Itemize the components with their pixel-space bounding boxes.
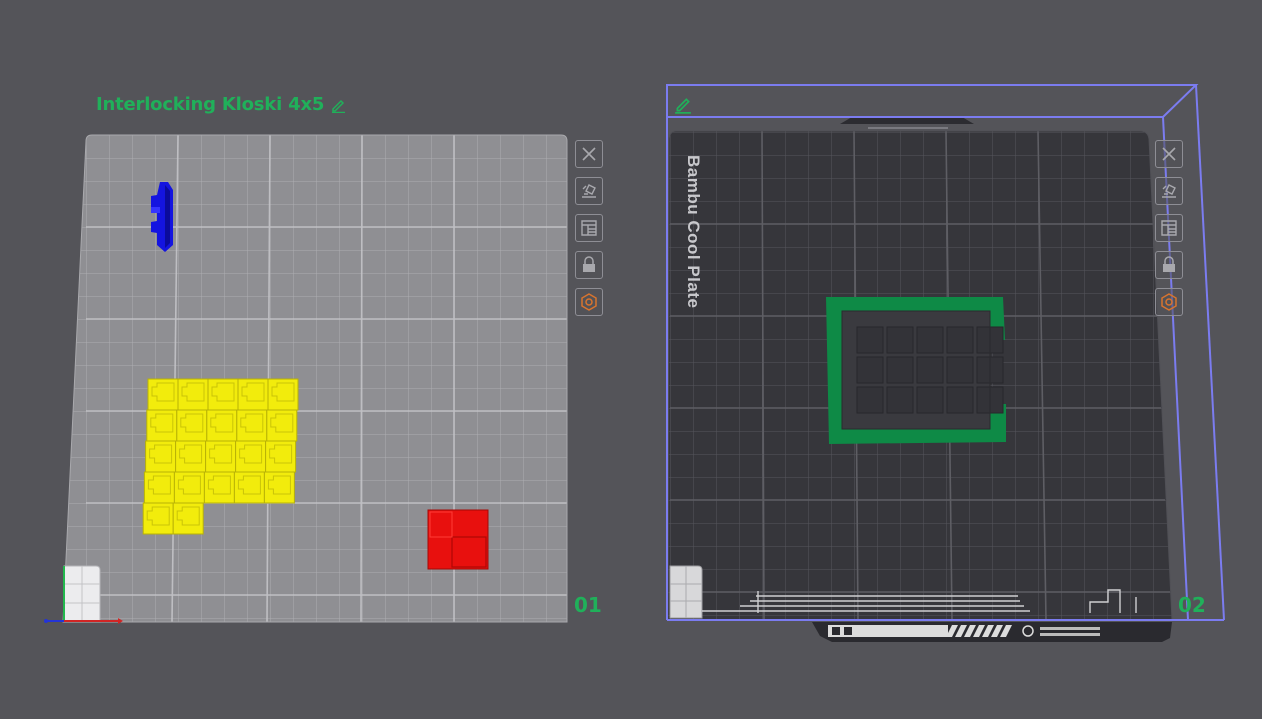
arrange-icon: [581, 220, 597, 236]
plate-02-edit-name-icon[interactable]: [674, 96, 692, 114]
plate-01-close-button[interactable]: [575, 140, 603, 168]
plate-01-toolbar: [575, 140, 603, 316]
plate-02-toolbar: [1155, 140, 1183, 316]
plate-02-arrange-button[interactable]: [1155, 214, 1183, 242]
plate-02-number: 02: [1178, 593, 1206, 617]
plate-type-label: Bambu Cool Plate: [684, 155, 703, 309]
plate-01-number: 01: [574, 593, 602, 617]
lock-icon: [1163, 256, 1175, 272]
plate-02-settings-button[interactable]: [1155, 288, 1183, 316]
frame-cell: [886, 326, 914, 354]
frame-cell: [856, 386, 884, 414]
plate-01-lock-button[interactable]: [575, 251, 603, 279]
lock-icon: [583, 256, 595, 272]
red-piece[interactable]: [427, 509, 489, 570]
frame-cell: [916, 326, 944, 354]
plate-01[interactable]: [62, 134, 568, 623]
frame-cell: [886, 386, 914, 414]
frame-cell: [946, 386, 974, 414]
plate-01-auto-orient-button[interactable]: [575, 177, 603, 205]
plate-01-name: Interlocking Kloski 4x5: [96, 94, 325, 115]
frame-cell: [886, 356, 914, 384]
frame-cell: [916, 356, 944, 384]
arrange-icon: [1161, 220, 1177, 236]
auto-orient-icon: [582, 184, 596, 198]
plate-02-lock-button[interactable]: [1155, 251, 1183, 279]
kloski-frame-object[interactable]: [826, 297, 1006, 444]
edit-name-icon[interactable]: [330, 97, 346, 113]
auto-orient-icon: [1162, 184, 1176, 198]
frame-cell: [946, 356, 974, 384]
plate-02-auto-orient-button[interactable]: [1155, 177, 1183, 205]
plate-01-title[interactable]: Interlocking Kloski 4x5: [96, 94, 346, 115]
close-icon: [582, 147, 596, 161]
plate-02-close-button[interactable]: [1155, 140, 1183, 168]
plate-settings-icon: [581, 293, 597, 311]
plate-settings-icon: [1161, 293, 1177, 311]
frame-cell: [856, 356, 884, 384]
plate-01-settings-button[interactable]: [575, 288, 603, 316]
close-icon: [1162, 147, 1176, 161]
frame-cell: [856, 326, 884, 354]
plate-origin-marker: [63, 565, 101, 623]
frame-cell: [916, 386, 944, 414]
plate-01-arrange-button[interactable]: [575, 214, 603, 242]
frame-cell: [946, 326, 974, 354]
